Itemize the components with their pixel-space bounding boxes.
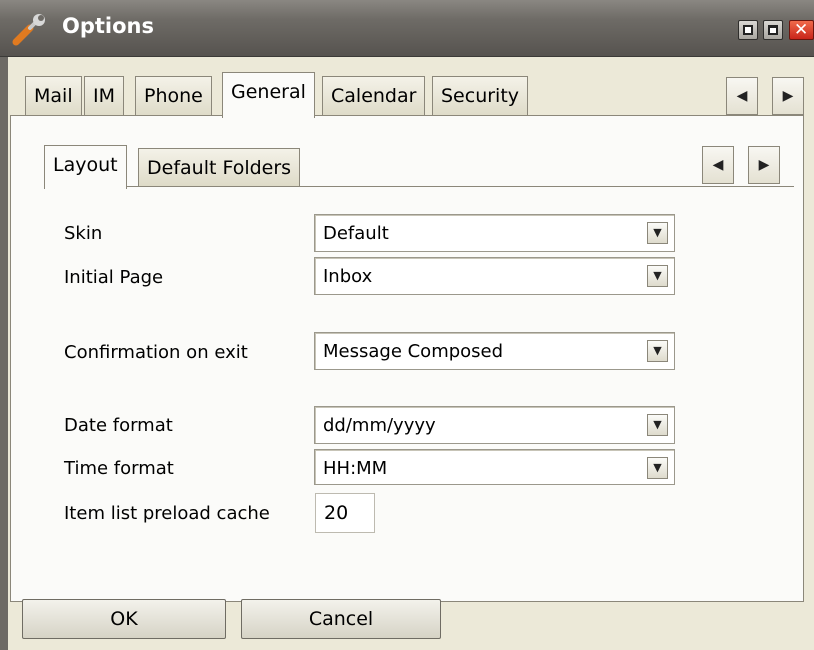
right-arrow-icon: ▶ bbox=[758, 157, 770, 173]
initial-page-label: Initial Page bbox=[64, 267, 164, 288]
inner-tabs-next-button[interactable]: ▶ bbox=[748, 146, 780, 184]
tab-calendar[interactable]: Calendar bbox=[322, 76, 426, 116]
time-format-value: HH:MM bbox=[323, 458, 388, 479]
initial-page-select[interactable]: Inbox ▼ bbox=[314, 257, 675, 295]
date-format-value: dd/mm/yyyy bbox=[323, 415, 436, 436]
cancel-button[interactable]: Cancel bbox=[241, 599, 441, 639]
outer-tabs-prev-button[interactable]: ◀ bbox=[726, 77, 758, 115]
title-bar[interactable]: Options ✕ bbox=[0, 0, 814, 57]
close-icon: ✕ bbox=[794, 20, 809, 40]
confirmation-on-exit-label: Confirmation on exit bbox=[64, 342, 248, 363]
minimize-button[interactable] bbox=[738, 20, 758, 40]
tab-default-folders[interactable]: Default Folders bbox=[138, 148, 301, 186]
maximize-button[interactable] bbox=[763, 20, 783, 40]
date-format-label: Date format bbox=[64, 415, 173, 436]
preload-cache-value: 20 bbox=[324, 502, 349, 524]
maximize-icon bbox=[768, 25, 778, 35]
tab-security[interactable]: Security bbox=[432, 76, 529, 116]
preload-cache-label: Item list preload cache bbox=[64, 503, 270, 524]
time-format-label: Time format bbox=[64, 458, 174, 479]
window-title: Options bbox=[62, 14, 154, 38]
initial-page-value: Inbox bbox=[323, 266, 373, 287]
skin-select[interactable]: Default ▼ bbox=[314, 214, 675, 252]
close-button[interactable]: ✕ bbox=[789, 20, 814, 40]
skin-label: Skin bbox=[64, 223, 103, 244]
tab-mail[interactable]: Mail bbox=[25, 76, 82, 116]
tab-general[interactable]: General bbox=[222, 72, 315, 118]
left-arrow-icon: ◀ bbox=[736, 88, 748, 104]
preload-cache-input[interactable]: 20 bbox=[315, 493, 375, 533]
confirmation-on-exit-select[interactable]: Message Composed ▼ bbox=[314, 332, 675, 370]
chevron-down-icon[interactable]: ▼ bbox=[647, 340, 668, 362]
chevron-down-icon[interactable]: ▼ bbox=[647, 457, 668, 479]
chevron-down-icon[interactable]: ▼ bbox=[647, 265, 668, 287]
chevron-down-icon[interactable]: ▼ bbox=[647, 414, 668, 436]
inner-tabs-divider bbox=[44, 186, 794, 187]
outer-tabs-next-button[interactable]: ▶ bbox=[772, 77, 804, 115]
minimize-icon bbox=[743, 25, 753, 35]
tab-layout[interactable]: Layout bbox=[44, 145, 127, 189]
inner-tabs-prev-button[interactable]: ◀ bbox=[702, 146, 734, 184]
tab-phone[interactable]: Phone bbox=[135, 76, 212, 116]
wrench-icon bbox=[12, 14, 45, 46]
date-format-select[interactable]: dd/mm/yyyy ▼ bbox=[314, 406, 675, 444]
tab-im[interactable]: IM bbox=[84, 76, 124, 116]
chevron-down-icon[interactable]: ▼ bbox=[647, 222, 668, 244]
time-format-select[interactable]: HH:MM ▼ bbox=[314, 449, 675, 485]
left-arrow-icon: ◀ bbox=[712, 157, 724, 173]
ok-button[interactable]: OK bbox=[22, 599, 226, 639]
skin-value: Default bbox=[323, 223, 389, 244]
confirmation-on-exit-value: Message Composed bbox=[323, 341, 504, 362]
right-arrow-icon: ▶ bbox=[782, 88, 794, 104]
